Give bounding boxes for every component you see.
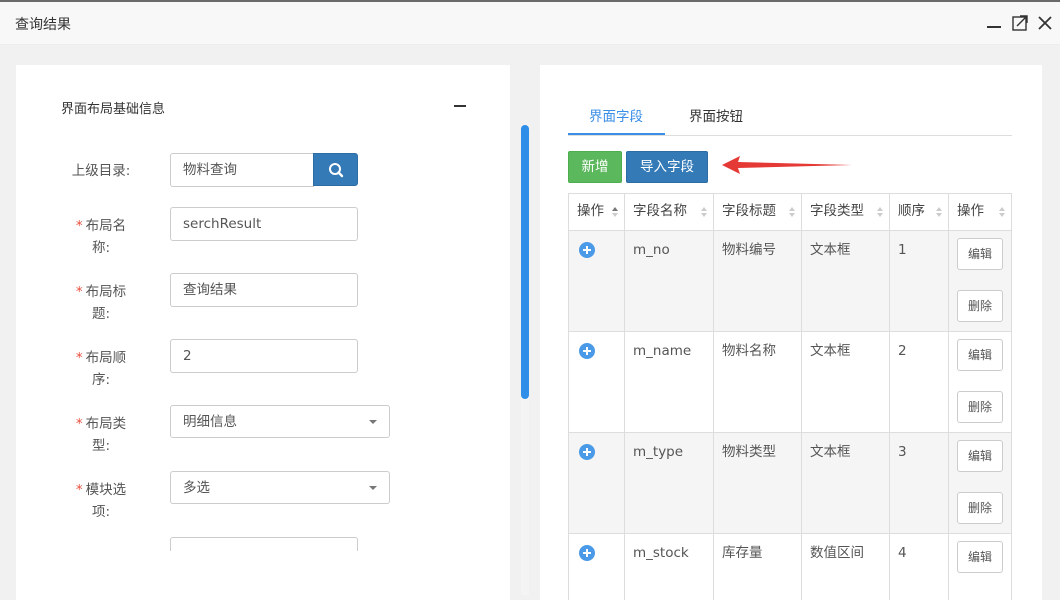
delete-button[interactable]: 删除 — [957, 290, 1003, 322]
column-header[interactable]: 操作 — [948, 193, 1012, 231]
edit-button[interactable]: 编辑 — [957, 238, 1003, 270]
field-order-cell: 4 — [889, 533, 949, 600]
expand-plus-icon[interactable] — [579, 545, 595, 561]
expand-plus-icon[interactable] — [579, 242, 595, 258]
fields-panel: 界面字段 界面按钮 新增 导入字段 操作 字段名称 字段标题 字段类型 顺序 操… — [540, 65, 1042, 600]
layout-type-select[interactable]: 明细信息 — [170, 405, 390, 438]
chevron-down-icon — [369, 420, 377, 424]
field-name-cell: m_stock — [624, 533, 714, 600]
import-fields-button[interactable]: 导入字段 — [626, 151, 708, 183]
sort-icon — [999, 207, 1005, 217]
maximize-icon[interactable] — [1011, 14, 1029, 32]
tab-interface-fields[interactable]: 界面字段 — [589, 105, 643, 125]
field-type-cell: 文本框 — [801, 230, 890, 332]
dialog-content: 界面布局基础信息 上级目录: 物料查询 * 布局名 称: serchResult *… — [0, 45, 1060, 600]
field-name-cell: m_name — [624, 331, 714, 433]
expand-plus-icon[interactable] — [579, 444, 595, 460]
column-header[interactable]: 字段类型 — [801, 193, 890, 231]
search-button[interactable] — [313, 153, 358, 186]
table-row: m_type 物料类型 文本框 3 编辑删除 — [568, 432, 1012, 534]
parent-dir-input[interactable]: 物料查询 — [170, 153, 314, 187]
module-option-value: 多选 — [183, 480, 210, 496]
table-header-row: 操作 字段名称 字段标题 字段类型 顺序 操作 — [568, 193, 1012, 231]
field-type-cell: 文本框 — [801, 331, 890, 433]
field-order-cell: 2 — [889, 331, 949, 433]
field-order-cell: 1 — [889, 230, 949, 332]
layout-name-label: * 布局名 称: — [75, 218, 127, 256]
layout-order-input[interactable]: 2 — [170, 339, 358, 373]
layout-order-label: * 布局顺 序: — [75, 350, 127, 388]
active-tab-indicator — [568, 133, 665, 135]
column-header[interactable]: 字段名称 — [624, 193, 714, 231]
section-title: 界面布局基础信息 — [61, 102, 166, 117]
edit-button[interactable]: 编辑 — [957, 541, 1003, 573]
edit-button[interactable]: 编辑 — [957, 339, 1003, 371]
tab-interface-buttons[interactable]: 界面按钮 — [689, 105, 743, 125]
field-order-cell: 3 — [889, 432, 949, 534]
layout-title-input[interactable]: 查询结果 — [170, 273, 358, 307]
chevron-down-icon — [369, 486, 377, 490]
field-title-cell: 物料类型 — [713, 432, 802, 534]
sort-icon — [877, 207, 883, 217]
sort-icon — [936, 207, 942, 217]
delete-button[interactable]: 删除 — [957, 492, 1003, 524]
next-field-input[interactable] — [170, 537, 358, 551]
layout-basic-info-panel: 界面布局基础信息 上级目录: 物料查询 * 布局名 称: serchResult *… — [16, 65, 510, 600]
column-header[interactable]: 字段标题 — [713, 193, 802, 231]
search-icon — [329, 163, 344, 178]
layout-type-label: * 布局类 型: — [75, 416, 127, 454]
layout-name-input[interactable]: serchResult — [170, 207, 358, 241]
table-row: m_name 物料名称 文本框 2 编辑删除 — [568, 331, 1012, 433]
field-name-cell: m_type — [624, 432, 714, 534]
column-header[interactable]: 顺序 — [889, 193, 949, 231]
delete-button[interactable]: 删除 — [957, 391, 1003, 423]
sort-asc-icon — [612, 207, 618, 217]
expand-plus-icon[interactable] — [579, 343, 595, 359]
table-row: m_stock 库存量 数值区间 4 编辑 — [568, 533, 1012, 600]
module-option-select[interactable]: 多选 — [170, 471, 390, 504]
field-type-cell: 文本框 — [801, 432, 890, 534]
tab-divider — [568, 135, 1012, 136]
field-title-cell: 库存量 — [713, 533, 802, 600]
field-name-cell: m_no — [624, 230, 714, 332]
field-title-cell: 物料名称 — [713, 331, 802, 433]
field-title-cell: 物料编号 — [713, 230, 802, 332]
sort-icon — [701, 207, 707, 217]
layout-type-value: 明细信息 — [183, 414, 237, 430]
field-type-cell: 数值区间 — [801, 533, 890, 600]
edit-button[interactable]: 编辑 — [957, 440, 1003, 472]
fields-table: 操作 字段名称 字段标题 字段类型 顺序 操作 m_no 物料编号 文本框 1 … — [568, 193, 1012, 600]
column-header[interactable]: 操作 — [568, 193, 625, 231]
form-scrollbar[interactable] — [521, 125, 529, 595]
layout-title-label: * 布局标 题: — [75, 284, 127, 322]
table-row: m_no 物料编号 文本框 1 编辑删除 — [568, 230, 1012, 332]
window-title: 查询结果 — [15, 17, 71, 33]
parent-dir-label: 上级目录: — [71, 163, 131, 179]
minimize-icon[interactable] — [985, 14, 1003, 32]
add-button[interactable]: 新增 — [568, 151, 622, 183]
scrollbar-thumb[interactable] — [521, 125, 529, 399]
annotation-arrow-icon — [722, 156, 852, 174]
collapse-icon[interactable] — [454, 105, 466, 107]
module-option-label: * 模块选 项: — [75, 482, 127, 520]
sort-icon — [789, 207, 795, 217]
close-icon[interactable] — [1036, 14, 1054, 32]
window-titlebar: 查询结果 — [0, 0, 1060, 45]
